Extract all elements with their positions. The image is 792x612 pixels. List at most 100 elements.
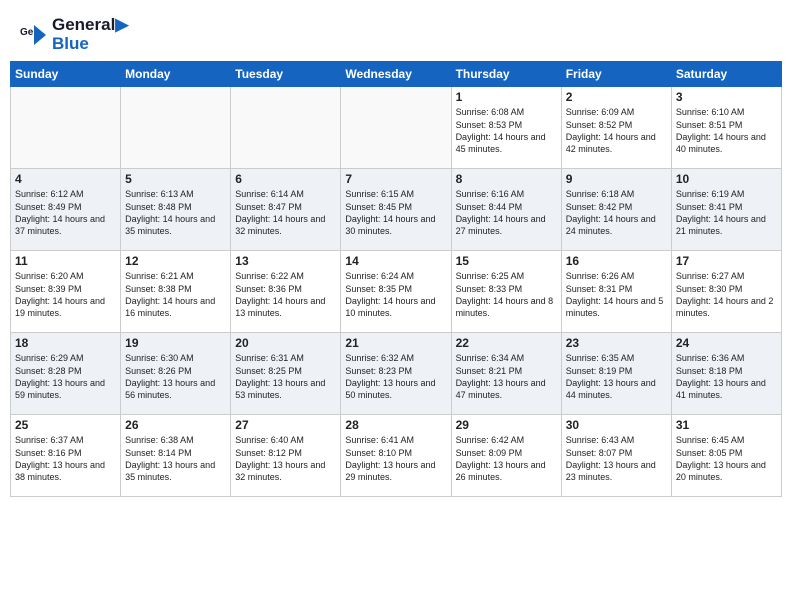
calendar-week-row: 11Sunrise: 6:20 AM Sunset: 8:39 PM Dayli…: [11, 251, 782, 333]
day-number: 25: [15, 418, 116, 432]
calendar-cell: 21 Sunrise: 6:32 AM Sunset: 8:23 PM Dayli…: [341, 333, 451, 415]
calendar-cell: 18Sunrise: 6:29 AM Sunset: 8:28 PM Dayli…: [11, 333, 121, 415]
calendar-table: SundayMondayTuesdayWednesdayThursdayFrid…: [10, 61, 782, 497]
day-number: 24: [676, 336, 777, 350]
calendar-cell: 1 Sunrise: 6:08 AM Sunset: 8:53 PM Daylig…: [451, 87, 561, 169]
logo: Gen General▶ Blue: [20, 16, 128, 53]
day-number: 23: [566, 336, 667, 350]
weekday-header: Monday: [121, 62, 231, 87]
day-number: 30: [566, 418, 667, 432]
calendar-cell: 15Sunrise: 6:25 AM Sunset: 8:33 PM Dayli…: [451, 251, 561, 333]
page-header: Gen General▶ Blue: [0, 0, 792, 61]
cell-content: Sunrise: 6:14 AM Sunset: 8:47 PM Dayligh…: [235, 188, 336, 237]
logo-text: General▶ Blue: [52, 16, 128, 53]
calendar-cell: 25 Sunrise: 6:37 AM Sunset: 8:16 PM Dayli…: [11, 415, 121, 497]
calendar-week-row: 18Sunrise: 6:29 AM Sunset: 8:28 PM Dayli…: [11, 333, 782, 415]
calendar-cell: 22 Sunrise: 6:34 AM Sunset: 8:21 PM Dayli…: [451, 333, 561, 415]
calendar-cell: 16 Sunrise: 6:26 AM Sunset: 8:31 PM Dayli…: [561, 251, 671, 333]
cell-content: Sunrise: 6:13 AM Sunset: 8:48 PM Dayligh…: [125, 188, 226, 237]
calendar-cell: 2Sunrise: 6:09 AM Sunset: 8:52 PM Daylig…: [561, 87, 671, 169]
cell-content: Sunrise: 6:40 AM Sunset: 8:12 PM Dayligh…: [235, 434, 336, 483]
calendar-cell: [341, 87, 451, 169]
calendar-week-row: 25 Sunrise: 6:37 AM Sunset: 8:16 PM Dayli…: [11, 415, 782, 497]
cell-content: Sunrise: 6:24 AM Sunset: 8:35 PM Dayligh…: [345, 270, 446, 319]
day-number: 4: [15, 172, 116, 186]
calendar-cell: 12 Sunrise: 6:21 AM Sunset: 8:38 PM Dayli…: [121, 251, 231, 333]
day-number: 1: [456, 90, 557, 104]
day-number: 19: [125, 336, 226, 350]
cell-content: Sunrise: 6:36 AM Sunset: 8:18 PM Dayligh…: [676, 352, 777, 401]
day-number: 20: [235, 336, 336, 350]
weekday-header: Tuesday: [231, 62, 341, 87]
calendar-cell: 3 Sunrise: 6:10 AM Sunset: 8:51 PM Daylig…: [671, 87, 781, 169]
day-number: 28: [345, 418, 446, 432]
cell-content: Sunrise: 6:45 AM Sunset: 8:05 PM Dayligh…: [676, 434, 777, 483]
weekday-header: Sunday: [11, 62, 121, 87]
calendar-week-row: 4 Sunrise: 6:12 AM Sunset: 8:49 PM Daylig…: [11, 169, 782, 251]
weekday-header: Saturday: [671, 62, 781, 87]
cell-content: Sunrise: 6:42 AM Sunset: 8:09 PM Dayligh…: [456, 434, 557, 483]
cell-content: Sunrise: 6:21 AM Sunset: 8:38 PM Dayligh…: [125, 270, 226, 319]
cell-content: Sunrise: 6:38 AM Sunset: 8:14 PM Dayligh…: [125, 434, 226, 483]
calendar-cell: 23 Sunrise: 6:35 AM Sunset: 8:19 PM Dayli…: [561, 333, 671, 415]
day-number: 3: [676, 90, 777, 104]
day-number: 17: [676, 254, 777, 268]
cell-content: Sunrise: 6:26 AM Sunset: 8:31 PM Dayligh…: [566, 270, 667, 319]
day-number: 27: [235, 418, 336, 432]
calendar-cell: [11, 87, 121, 169]
cell-content: Sunrise: 6:32 AM Sunset: 8:23 PM Dayligh…: [345, 352, 446, 401]
day-number: 9: [566, 172, 667, 186]
cell-content: Sunrise: 6:08 AM Sunset: 8:53 PM Dayligh…: [456, 106, 557, 155]
calendar-cell: 31Sunrise: 6:45 AM Sunset: 8:05 PM Dayli…: [671, 415, 781, 497]
calendar-cell: 14 Sunrise: 6:24 AM Sunset: 8:35 PM Dayli…: [341, 251, 451, 333]
cell-content: Sunrise: 6:18 AM Sunset: 8:42 PM Dayligh…: [566, 188, 667, 237]
day-number: 12: [125, 254, 226, 268]
calendar-cell: 19 Sunrise: 6:30 AM Sunset: 8:26 PM Dayli…: [121, 333, 231, 415]
cell-content: Sunrise: 6:27 AM Sunset: 8:30 PM Dayligh…: [676, 270, 777, 319]
calendar-week-row: 1 Sunrise: 6:08 AM Sunset: 8:53 PM Daylig…: [11, 87, 782, 169]
cell-content: Sunrise: 6:20 AM Sunset: 8:39 PM Dayligh…: [15, 270, 116, 319]
cell-content: Sunrise: 6:12 AM Sunset: 8:49 PM Dayligh…: [15, 188, 116, 237]
calendar-cell: 13Sunrise: 6:22 AM Sunset: 8:36 PM Dayli…: [231, 251, 341, 333]
cell-content: Sunrise: 6:10 AM Sunset: 8:51 PM Dayligh…: [676, 106, 777, 155]
calendar-cell: 8Sunrise: 6:16 AM Sunset: 8:44 PM Daylig…: [451, 169, 561, 251]
cell-content: Sunrise: 6:22 AM Sunset: 8:36 PM Dayligh…: [235, 270, 336, 319]
calendar-cell: 20 Sunrise: 6:31 AM Sunset: 8:25 PM Dayli…: [231, 333, 341, 415]
calendar-cell: [121, 87, 231, 169]
day-number: 26: [125, 418, 226, 432]
day-number: 14: [345, 254, 446, 268]
calendar-header-row: SundayMondayTuesdayWednesdayThursdayFrid…: [11, 62, 782, 87]
calendar-cell: 11Sunrise: 6:20 AM Sunset: 8:39 PM Dayli…: [11, 251, 121, 333]
cell-content: Sunrise: 6:43 AM Sunset: 8:07 PM Dayligh…: [566, 434, 667, 483]
cell-content: Sunrise: 6:19 AM Sunset: 8:41 PM Dayligh…: [676, 188, 777, 237]
cell-content: Sunrise: 6:35 AM Sunset: 8:19 PM Dayligh…: [566, 352, 667, 401]
calendar-cell: 24 Sunrise: 6:36 AM Sunset: 8:18 PM Dayli…: [671, 333, 781, 415]
calendar-cell: 30 Sunrise: 6:43 AM Sunset: 8:07 PM Dayli…: [561, 415, 671, 497]
day-number: 21: [345, 336, 446, 350]
day-number: 22: [456, 336, 557, 350]
day-number: 10: [676, 172, 777, 186]
cell-content: Sunrise: 6:37 AM Sunset: 8:16 PM Dayligh…: [15, 434, 116, 483]
day-number: 18: [15, 336, 116, 350]
calendar-cell: 5 Sunrise: 6:13 AM Sunset: 8:48 PM Daylig…: [121, 169, 231, 251]
cell-content: Sunrise: 6:30 AM Sunset: 8:26 PM Dayligh…: [125, 352, 226, 401]
cell-content: Sunrise: 6:31 AM Sunset: 8:25 PM Dayligh…: [235, 352, 336, 401]
day-number: 8: [456, 172, 557, 186]
calendar-cell: 27 Sunrise: 6:40 AM Sunset: 8:12 PM Dayli…: [231, 415, 341, 497]
cell-content: Sunrise: 6:34 AM Sunset: 8:21 PM Dayligh…: [456, 352, 557, 401]
calendar-cell: 26 Sunrise: 6:38 AM Sunset: 8:14 PM Dayli…: [121, 415, 231, 497]
calendar-cell: [231, 87, 341, 169]
calendar-cell: 7 Sunrise: 6:15 AM Sunset: 8:45 PM Daylig…: [341, 169, 451, 251]
cell-content: Sunrise: 6:41 AM Sunset: 8:10 PM Dayligh…: [345, 434, 446, 483]
cell-content: Sunrise: 6:09 AM Sunset: 8:52 PM Dayligh…: [566, 106, 667, 155]
weekday-header: Thursday: [451, 62, 561, 87]
calendar-cell: 9 Sunrise: 6:18 AM Sunset: 8:42 PM Daylig…: [561, 169, 671, 251]
day-number: 16: [566, 254, 667, 268]
calendar-cell: 28 Sunrise: 6:41 AM Sunset: 8:10 PM Dayli…: [341, 415, 451, 497]
calendar-cell: 17 Sunrise: 6:27 AM Sunset: 8:30 PM Dayli…: [671, 251, 781, 333]
day-number: 5: [125, 172, 226, 186]
calendar-cell: 4 Sunrise: 6:12 AM Sunset: 8:49 PM Daylig…: [11, 169, 121, 251]
day-number: 7: [345, 172, 446, 186]
cell-content: Sunrise: 6:15 AM Sunset: 8:45 PM Dayligh…: [345, 188, 446, 237]
weekday-header: Wednesday: [341, 62, 451, 87]
